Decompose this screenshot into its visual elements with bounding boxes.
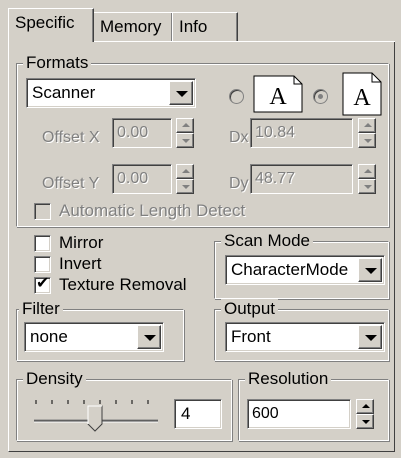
chevron-down-icon (144, 335, 156, 341)
tab-info[interactable]: Info (172, 12, 238, 41)
dx-spinner[interactable] (358, 118, 376, 148)
spin-up-button[interactable] (356, 399, 374, 414)
triangle-up-icon (364, 169, 372, 173)
dx-label: Dx (229, 129, 249, 146)
offset-x-spinner[interactable] (176, 118, 194, 148)
texture-removal-checkbox[interactable]: ✔ (34, 275, 51, 294)
density-value-field[interactable]: 4 (174, 399, 222, 429)
scan-mode-value: CharacterMode (231, 260, 349, 279)
resolution-legend: Resolution (245, 369, 332, 389)
triangle-down-icon (182, 139, 190, 143)
tab-specific[interactable]: Specific (8, 8, 94, 42)
dy-label: Dy (229, 175, 249, 192)
formats-legend: Formats (23, 53, 92, 73)
auto-length-label: Automatic Length Detect (59, 201, 246, 220)
filter-legend: Filter (19, 299, 63, 319)
spin-up-button[interactable] (176, 164, 194, 179)
dx-value: 10.84 (255, 124, 296, 141)
resolution-value: 600 (252, 405, 279, 422)
filter-value: none (30, 327, 68, 346)
triangle-up-icon (362, 404, 370, 408)
orientation-radio-landscape[interactable] (313, 89, 328, 104)
offset-x-field[interactable]: 0.00 (112, 118, 172, 148)
offset-y-field[interactable]: 0.00 (112, 164, 172, 194)
filter-select[interactable]: none (24, 322, 164, 352)
invert-label: Invert (59, 254, 102, 273)
svg-text:A: A (353, 85, 371, 111)
output-value: Front (231, 327, 271, 346)
resolution-spinner[interactable] (356, 399, 374, 429)
output-select[interactable]: Front (225, 322, 385, 352)
offset-x-value: 0.00 (117, 124, 149, 141)
mirror-label: Mirror (59, 233, 104, 252)
dy-value: 48.77 (255, 170, 296, 187)
dy-spinner[interactable] (358, 164, 376, 194)
triangle-down-icon (364, 185, 372, 189)
offset-y-label: Offset Y (42, 175, 100, 192)
spin-up-button[interactable] (358, 164, 376, 179)
chevron-down-icon (176, 91, 188, 97)
spin-up-button[interactable] (358, 118, 376, 133)
triangle-down-icon (362, 420, 370, 424)
spin-down-button[interactable] (176, 179, 194, 194)
output-dropdown[interactable] (358, 325, 382, 349)
chevron-down-icon (365, 335, 377, 341)
page-A-icon: A (253, 75, 303, 113)
tab-label: Info (179, 17, 208, 36)
density-slider[interactable] (28, 394, 164, 434)
offset-x-label: Offset X (42, 129, 100, 146)
tab-memory[interactable]: Memory (93, 12, 173, 41)
spin-down-button[interactable] (176, 133, 194, 148)
format-select-value: Scanner (32, 83, 96, 102)
spin-down-button[interactable] (358, 179, 376, 194)
radio-dot (318, 94, 323, 99)
offset-y-spinner[interactable] (176, 164, 194, 194)
tab-label: Memory (100, 17, 162, 36)
svg-text:A: A (269, 84, 287, 110)
density-legend: Density (23, 369, 86, 389)
checkmark-icon: ✔ (36, 275, 50, 292)
offset-y-value: 0.00 (117, 170, 149, 187)
triangle-up-icon (182, 123, 190, 127)
triangle-up-icon (364, 123, 372, 127)
triangle-up-icon (182, 169, 190, 173)
scan-mode-legend: Scan Mode (221, 231, 313, 251)
orientation-radio-portrait[interactable] (229, 89, 244, 104)
scan-mode-select[interactable]: CharacterMode (225, 255, 385, 285)
format-select[interactable]: Scanner (26, 78, 196, 108)
resolution-field[interactable]: 600 (247, 399, 351, 429)
filter-dropdown[interactable] (137, 325, 161, 349)
output-legend: Output (221, 299, 279, 319)
triangle-down-icon (182, 185, 190, 189)
chevron-down-icon (365, 268, 377, 274)
density-value: 4 (181, 404, 191, 423)
format-select-dropdown[interactable] (169, 81, 193, 105)
invert-checkbox[interactable] (34, 256, 51, 273)
spin-down-button[interactable] (358, 133, 376, 148)
scan-mode-dropdown[interactable] (358, 258, 382, 282)
texture-removal-label: Texture Removal (59, 275, 187, 294)
auto-length-checkbox[interactable] (34, 203, 51, 220)
spin-up-button[interactable] (176, 118, 194, 133)
spin-down-button[interactable] (356, 414, 374, 429)
dy-field[interactable]: 48.77 (250, 164, 353, 194)
tab-label: Specific (15, 13, 75, 32)
mirror-checkbox[interactable] (34, 235, 51, 252)
dx-field[interactable]: 10.84 (250, 118, 353, 148)
page-A-icon: A (342, 72, 382, 116)
triangle-down-icon (364, 139, 372, 143)
